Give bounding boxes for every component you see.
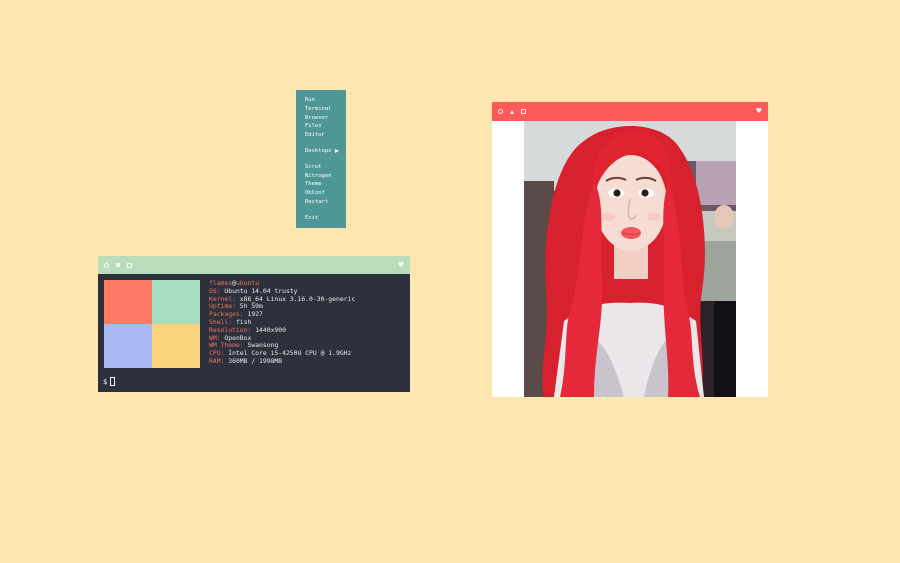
shell-prompt[interactable]: $: [103, 377, 116, 386]
heart-icon[interactable]: ♥: [756, 108, 762, 115]
info-key: Resolution:: [209, 325, 252, 334]
menu-item-restart[interactable]: Restart: [296, 198, 346, 207]
menu-item-editor[interactable]: Editor: [296, 131, 346, 140]
menu-item-theme[interactable]: Theme: [296, 180, 346, 189]
menu-item-exit[interactable]: Exit: [296, 214, 346, 223]
image-viewer-window: ♥: [492, 102, 768, 397]
iconify-icon[interactable]: [127, 262, 132, 268]
menu-item-terminal[interactable]: Terminal: [296, 105, 346, 114]
info-value: Swansong: [247, 341, 279, 350]
menu-item-obconf[interactable]: ObConf: [296, 189, 346, 198]
color-swatch: [152, 280, 200, 324]
portrait-illustration: [524, 121, 736, 397]
info-key: Shell:: [209, 317, 233, 326]
root-menu: Run Terminal Browser Files Editor Deskto…: [296, 90, 346, 228]
info-key: WM:: [209, 333, 221, 342]
info-value: 1927: [247, 310, 263, 319]
viewer-titlebar[interactable]: ♥: [492, 102, 768, 121]
info-key: RAM:: [209, 356, 225, 365]
info-value: 360MB / 1998MB: [228, 356, 283, 365]
portrait-photo: [524, 121, 736, 397]
terminal-titlebar[interactable]: ♥: [98, 256, 410, 274]
info-value: fish: [235, 317, 252, 326]
close-icon[interactable]: [104, 262, 109, 268]
info-key: WM Theme:: [209, 341, 244, 350]
username: flames: [209, 279, 233, 287]
menu-item-browser[interactable]: Browser: [296, 114, 346, 123]
maximize-icon[interactable]: [116, 263, 120, 267]
info-value: Intel Core i5-4250U CPU @ 1.9GHz: [228, 349, 352, 358]
menu-separator: [296, 207, 346, 214]
menu-item-nitrogen[interactable]: Nitrogen: [296, 172, 346, 181]
info-key: Packages:: [209, 310, 244, 319]
color-swatch: [152, 324, 200, 368]
maximize-icon[interactable]: [510, 109, 514, 114]
color-swatch: [104, 280, 152, 324]
info-value: Ubuntu 14.04 trusty: [224, 286, 298, 295]
color-swatch: [104, 324, 152, 368]
info-value: 1440x900: [255, 325, 286, 334]
menu-item-files[interactable]: Files: [296, 122, 346, 131]
menu-item-scrot[interactable]: Scrot: [296, 163, 346, 172]
iconify-icon[interactable]: [521, 109, 526, 114]
menu-item-run[interactable]: Run: [296, 96, 346, 105]
menu-item-desktops[interactable]: Desktops: [296, 147, 346, 156]
info-line-ram: RAM: 360MB / 1998MB: [209, 356, 355, 366]
info-value: OpenBox: [224, 333, 252, 342]
menu-separator: [296, 140, 346, 147]
close-icon[interactable]: [498, 109, 503, 114]
hostname: ubuntu: [235, 279, 260, 287]
screenfetch-output: flames@ubuntu OS: Ubuntu 14.04 trusty Ke…: [209, 279, 356, 366]
info-key: CPU:: [209, 349, 225, 358]
info-key: Uptime:: [209, 302, 236, 311]
text-cursor: [110, 377, 116, 386]
info-value: x86_64 Linux 3.16.0-30-generic: [239, 294, 356, 303]
info-key: OS:: [209, 286, 221, 295]
prompt-symbol: $: [103, 377, 108, 386]
menu-separator: [296, 156, 346, 163]
info-key: Kernel:: [209, 294, 236, 303]
info-value: 5h 59m: [239, 302, 263, 311]
heart-icon[interactable]: ♥: [398, 261, 404, 269]
terminal-window: ♥ flames@ubuntu OS: Ubuntu 14.04 trusty …: [98, 256, 410, 392]
